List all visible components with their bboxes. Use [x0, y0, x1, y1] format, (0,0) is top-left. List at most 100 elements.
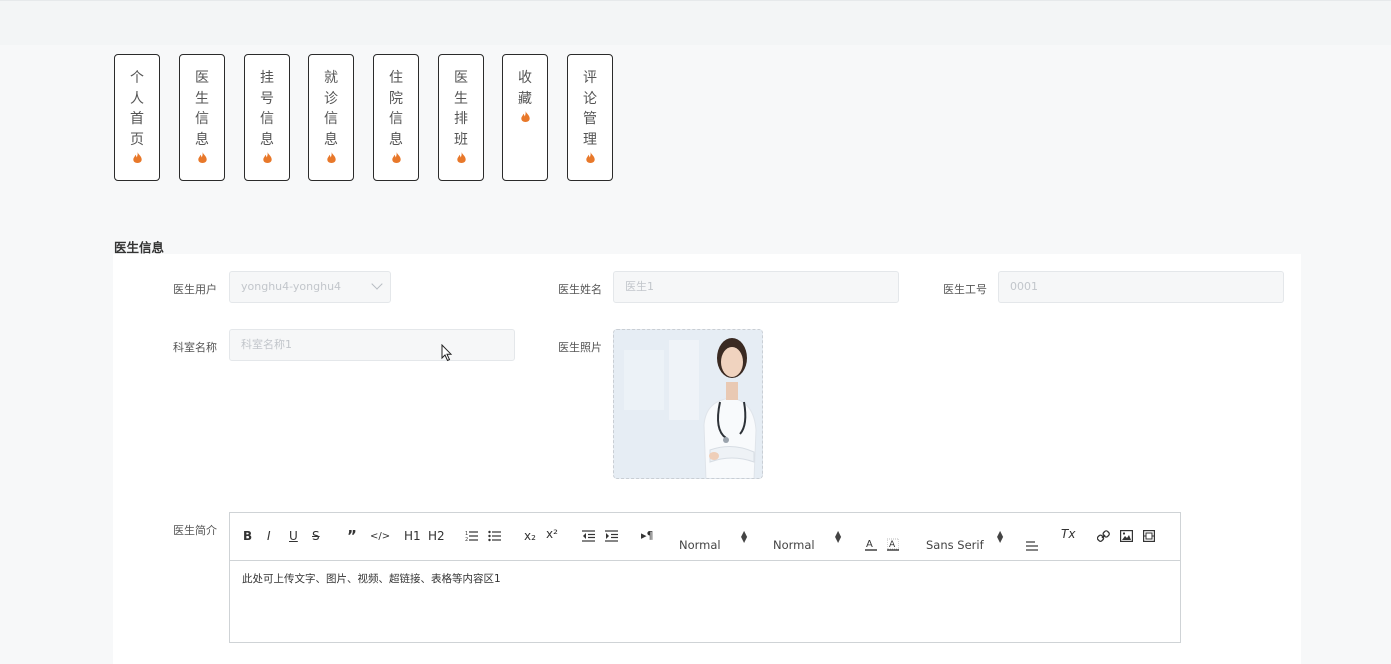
tab-label-char: 理	[583, 131, 597, 148]
tab-label-char: 信	[260, 111, 274, 127]
tab-label-char: 生	[195, 90, 209, 107]
tab-4[interactable]: 就诊信息	[308, 54, 354, 181]
tab-label-char: 医	[454, 70, 468, 86]
tab-5[interactable]: 住院信息	[373, 54, 419, 181]
tab-label-char: 个	[130, 70, 144, 86]
flame-icon	[262, 152, 272, 163]
chevron-down-icon	[371, 278, 383, 290]
header-picker[interactable]: Normal ▲ ▼	[773, 530, 841, 553]
tab-8[interactable]: 评论管理	[567, 54, 613, 181]
employee-no-label: 医生工号	[943, 283, 987, 296]
text-direction-button[interactable]: ▸¶	[641, 529, 654, 542]
doctor-user-select[interactable]: yonghu4-yonghu4	[229, 271, 391, 303]
size-picker[interactable]: Normal ▲ ▼	[679, 530, 747, 553]
department-label: 科室名称	[173, 341, 217, 354]
subscript-button[interactable]: x₂	[524, 529, 536, 543]
doctor-photo[interactable]	[613, 329, 763, 479]
bold-button[interactable]: B	[243, 529, 252, 543]
clean-format-button[interactable]: Tx	[1061, 527, 1075, 541]
tab-label-char: 息	[389, 131, 403, 148]
tab-label-char: 班	[454, 131, 468, 148]
tab-label-char: 就	[324, 70, 338, 86]
underline-button[interactable]: U	[289, 529, 298, 543]
strike-button[interactable]: S	[312, 529, 320, 543]
department-input[interactable]: 科室名称1	[229, 329, 515, 361]
flame-icon	[520, 111, 530, 122]
tab-1[interactable]: 个人首页	[114, 54, 160, 181]
tab-7[interactable]: 收藏	[502, 54, 548, 181]
ordered-list-icon[interactable]: 12	[465, 530, 478, 542]
doctor-name-label: 医生姓名	[558, 283, 602, 296]
tab-label-char: 号	[260, 90, 274, 107]
doctor-user-value: yonghu4-yonghu4	[241, 280, 342, 293]
tab-label-char: 管	[583, 111, 597, 127]
tab-label-char: 信	[389, 111, 403, 127]
employee-no-input[interactable]: 0001	[998, 271, 1284, 303]
tab-label-char: 页	[130, 131, 144, 148]
tab-label-char: 排	[454, 111, 468, 127]
tab-label-char: 诊	[324, 90, 338, 107]
editor-toolbar: B I U S ” </> H1 H2 12 x₂ x² ▸¶ Normal ▲…	[230, 513, 1180, 561]
flame-icon	[585, 152, 595, 163]
font-picker[interactable]: Sans Serif ▲ ▼	[926, 530, 1003, 553]
flame-icon	[197, 152, 207, 163]
photo-label: 医生照片	[558, 341, 602, 354]
font-color-icon[interactable]: A	[865, 538, 877, 551]
intro-label: 医生简介	[173, 524, 217, 537]
align-icon[interactable]	[1026, 540, 1038, 551]
updown-icon: ▲ ▼	[741, 529, 748, 544]
tab-2[interactable]: 医生信息	[179, 54, 225, 181]
tab-label-char: 信	[195, 111, 209, 127]
doctor-name-value: 医生1	[625, 280, 654, 293]
tab-label-char: 息	[195, 131, 209, 148]
outdent-icon[interactable]	[582, 530, 595, 542]
svg-text:A: A	[866, 539, 873, 550]
link-icon[interactable]	[1097, 530, 1110, 543]
tab-6[interactable]: 医生排班	[438, 54, 484, 181]
size-picker-label: Normal	[679, 538, 721, 552]
tab-3[interactable]: 挂号信息	[244, 54, 290, 181]
image-icon[interactable]	[1120, 530, 1133, 542]
blockquote-button[interactable]: ”	[347, 527, 357, 545]
tab-label-char: 人	[130, 90, 144, 107]
flame-icon	[326, 152, 336, 163]
header-1-button[interactable]: H1	[404, 529, 421, 543]
tab-label-char: 藏	[518, 90, 532, 107]
flame-icon	[391, 152, 401, 163]
code-block-button[interactable]: </>	[370, 531, 390, 542]
department-value: 科室名称1	[241, 338, 292, 351]
superscript-button[interactable]: x²	[546, 527, 558, 541]
flame-icon	[456, 152, 466, 163]
tab-label-char: 院	[389, 90, 403, 107]
doctor-user-label: 医生用户	[173, 283, 217, 296]
employee-no-value: 0001	[1010, 280, 1038, 293]
header-2-button[interactable]: H2	[428, 529, 445, 543]
tab-label-char: 评	[583, 70, 597, 86]
doctor-name-input[interactable]: 医生1	[613, 271, 899, 303]
tab-label-char: 住	[389, 70, 403, 86]
svg-text:A: A	[889, 540, 896, 550]
tab-label-char: 挂	[260, 70, 274, 86]
rich-text-editor: B I U S ” </> H1 H2 12 x₂ x² ▸¶ Normal ▲…	[229, 512, 1181, 643]
video-icon[interactable]	[1143, 530, 1155, 542]
tab-label-char: 息	[260, 131, 274, 148]
indent-icon[interactable]	[605, 530, 618, 542]
mouse-cursor-icon	[441, 344, 453, 362]
editor-content[interactable]: 此处可上传文字、图片、视频、超链接、表格等内容区1	[242, 571, 501, 586]
bullet-list-icon[interactable]	[488, 530, 501, 542]
updown-icon: ▲ ▼	[835, 529, 842, 544]
tab-label-char: 首	[130, 111, 144, 127]
tab-label-char: 医	[195, 70, 209, 86]
tab-label-char: 息	[324, 131, 338, 148]
tab-label-char: 论	[583, 90, 597, 107]
tab-label-char: 收	[518, 70, 532, 86]
top-bar	[0, 0, 1391, 45]
italic-button[interactable]: I	[267, 529, 271, 543]
doctor-photo-image	[614, 330, 762, 478]
font-picker-label: Sans Serif	[926, 538, 984, 552]
background-color-icon[interactable]: A	[887, 538, 899, 551]
updown-icon: ▲ ▼	[997, 529, 1004, 544]
tab-label-char: 生	[454, 90, 468, 107]
header-picker-label: Normal	[773, 538, 815, 552]
svg-text:2: 2	[465, 537, 468, 542]
